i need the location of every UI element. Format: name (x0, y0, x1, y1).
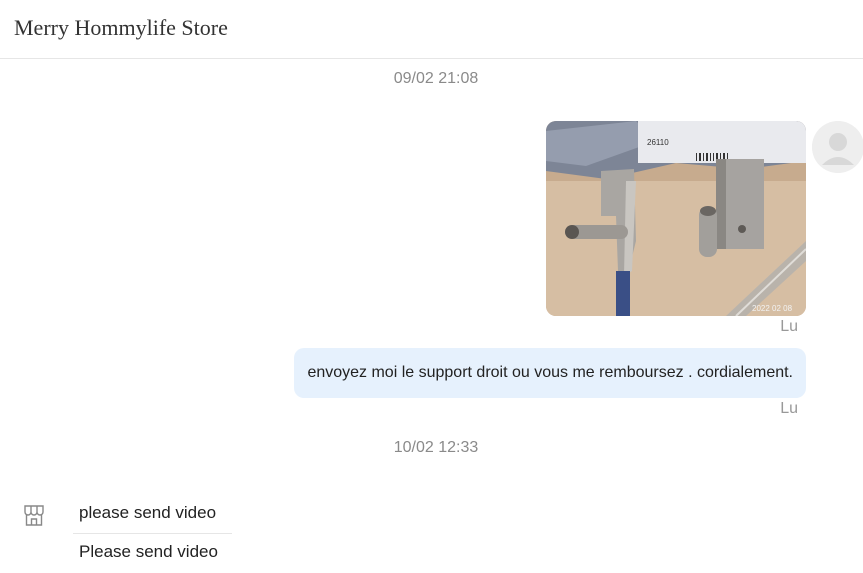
outgoing-message-bubble: envoyez moi le support droit ou vous me … (294, 348, 806, 398)
message-divider (73, 533, 232, 534)
read-status: Lu (780, 318, 798, 335)
chat-header: Merry Hommylife Store (0, 0, 863, 59)
timestamp: 10/02 12:33 (393, 439, 479, 456)
read-status: Lu (780, 400, 798, 417)
image-label-number: 26110 (647, 138, 669, 147)
incoming-message: please send video (79, 503, 217, 522)
user-avatar-icon[interactable] (812, 121, 863, 173)
store-title: Merry Hommylife Store (14, 15, 228, 40)
incoming-message: Please send video (79, 542, 218, 561)
sent-image-message[interactable]: 26110 2022 02 08 (546, 121, 806, 316)
store-icon (22, 503, 46, 527)
image-date-stamp: 2022 02 08 (752, 304, 793, 313)
timestamp: 09/02 21:08 (393, 70, 479, 87)
